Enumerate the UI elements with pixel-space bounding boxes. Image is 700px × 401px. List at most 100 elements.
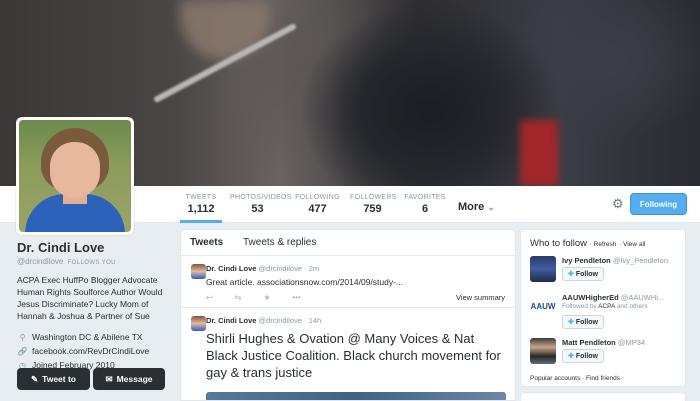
- suggestion-avatar[interactable]: [530, 256, 556, 282]
- link-icon: 🔗: [17, 346, 28, 356]
- suggestion-name[interactable]: AAUWHigherEd: [562, 293, 619, 302]
- nav-tweets-count: 1,112: [187, 203, 215, 215]
- tweet-author-handle[interactable]: @drcindilove: [259, 264, 302, 273]
- profile-avatar[interactable]: [16, 117, 134, 235]
- nav-favorites-count: 6: [421, 203, 429, 215]
- who-to-follow-title: Who to follow: [530, 238, 588, 249]
- suggestion-handle: @Ivy_Pendleton: [612, 256, 669, 265]
- nav-more-dropdown[interactable]: More ⌄: [458, 201, 495, 213]
- who-to-follow-header: Who to follow · Refresh · View all: [530, 238, 645, 249]
- profile-website-row: 🔗 facebook.com/RevDrCindiLove: [17, 344, 177, 358]
- profile-location-row: ⚲ Washington DC & Abilene TX: [17, 330, 177, 344]
- tweet-avatar[interactable]: [191, 316, 206, 331]
- following-button[interactable]: Following: [630, 193, 687, 215]
- tweet-author-name[interactable]: Dr. Cindi Love: [206, 316, 256, 325]
- view-all-link[interactable]: View all: [623, 241, 645, 248]
- message-label: Message: [116, 374, 153, 384]
- follows-you-badge: FOLLOWS YOU: [67, 260, 116, 266]
- nav-photos-label: PHOTOS/VIDEOS: [230, 194, 292, 201]
- follow-button[interactable]: ✚ Follow: [562, 267, 604, 281]
- tweet-to-button[interactable]: ✎ Tweet to: [17, 368, 90, 390]
- banner-figure: [180, 0, 270, 60]
- add-user-icon: ✚: [567, 271, 574, 278]
- tweet-text: Shirli Hughes & Ovation @ Many Voices & …: [206, 331, 501, 380]
- nav-following[interactable]: FOLLOWING 477: [295, 186, 340, 223]
- nav-followers-label: FOLLOWERS: [350, 194, 397, 201]
- profile-handle[interactable]: @drcindilove: [17, 257, 63, 266]
- profile-location: Washington DC & Abilene TX: [32, 332, 143, 342]
- nav-favorites[interactable]: FAVORITES 6: [404, 186, 446, 223]
- tweet-timestamp[interactable]: 14h: [309, 316, 322, 325]
- nav-photos-videos[interactable]: PHOTOS/VIDEOS 53: [230, 186, 292, 223]
- tab-tweets[interactable]: Tweets: [190, 237, 223, 248]
- retweet-icon[interactable]: ⇆: [235, 293, 242, 302]
- tweet-to-label: Tweet to: [42, 374, 76, 384]
- location-pin-icon: ⚲: [19, 332, 26, 342]
- suggestion-name-row: Matt Pendleton @MP34: [562, 338, 645, 347]
- more-dots-icon[interactable]: •••: [293, 293, 301, 302]
- follow-label: Follow: [575, 270, 599, 278]
- message-button[interactable]: ✉ Message: [93, 368, 165, 390]
- who-to-follow-panel: Who to follow · Refresh · View all Ivy P…: [520, 229, 686, 387]
- avatar-photo: [19, 120, 131, 232]
- tab-tweets-replies[interactable]: Tweets & replies: [243, 237, 316, 248]
- suggestion-followed-by: Followed by ACPA and others: [562, 303, 648, 310]
- suggestion-name-row: AAUWHigherEd @AAUWHi...: [562, 293, 664, 302]
- timeline-tabs: Tweets Tweets & replies: [181, 230, 515, 256]
- nav-more-label: More: [458, 201, 485, 213]
- compose-icon: ✎: [31, 373, 39, 384]
- suggestion-aauwhighered: AAUW AAUWHigherEd @AAUWHi... Followed by…: [530, 293, 682, 333]
- suggestion-avatar[interactable]: [530, 338, 556, 364]
- profile-handle-row: @drcindilove FOLLOWS YOU: [17, 257, 177, 266]
- tweet-item[interactable]: Dr. Cindi Love @drcindilove · 2m Great a…: [181, 256, 515, 308]
- tweet-actions: ↩ ⇆ ★ •••: [206, 293, 301, 302]
- tweet-header: Dr. Cindi Love @drcindilove · 2m: [206, 264, 319, 273]
- nav-followers-count: 759: [363, 203, 382, 215]
- nav-following-label: FOLLOWING: [295, 194, 340, 201]
- followed-by-suffix: and others: [616, 303, 648, 310]
- followed-by-account[interactable]: ACPA: [598, 303, 615, 310]
- suggestion-name[interactable]: Ivy Pendleton: [562, 256, 611, 265]
- suggestion-handle: @AAUWHi...: [620, 293, 665, 302]
- nav-following-count: 477: [308, 203, 327, 215]
- view-summary-link[interactable]: View summary: [456, 293, 505, 302]
- message-icon: ✉: [105, 373, 113, 384]
- tweet-avatar[interactable]: [191, 264, 206, 279]
- follow-button[interactable]: ✚ Follow: [562, 315, 604, 329]
- tweet-text: Great article. associationsnow.com/2014/…: [206, 277, 404, 287]
- nav-followers[interactable]: FOLLOWERS 759: [350, 186, 397, 223]
- aauw-logo[interactable]: AAUW: [530, 293, 556, 319]
- chevron-down-icon: ⌄: [487, 202, 495, 212]
- tweet-item[interactable]: Dr. Cindi Love @drcindilove · 14h Shirli…: [181, 308, 515, 400]
- suggestion-ivy-pendleton: Ivy Pendleton @Ivy_Pendleton ✚ Follow: [530, 256, 682, 296]
- tweet-dot: ·: [304, 316, 307, 325]
- trends-panel-edge: [520, 392, 686, 401]
- nav-favorites-label: FAVORITES: [404, 194, 446, 201]
- nav-tweets-label: TWEETS: [185, 194, 217, 201]
- favorite-star-icon[interactable]: ★: [263, 293, 270, 302]
- suggestion-name[interactable]: Matt Pendleton: [562, 338, 616, 347]
- profile-name[interactable]: Dr. Cindi Love: [17, 240, 177, 255]
- follow-button[interactable]: ✚ Follow: [562, 349, 604, 363]
- suggestion-name-row: Ivy Pendleton @Ivy_Pendleton: [562, 256, 668, 265]
- tweet-timeline: Tweets Tweets & replies Dr. Cindi Love @…: [180, 229, 516, 401]
- nav-tweets[interactable]: TWEETS 1,112: [180, 186, 222, 223]
- follow-label: Follow: [575, 352, 599, 360]
- tweet-dot: ·: [304, 264, 307, 273]
- tweet-timestamp[interactable]: 2m: [309, 264, 319, 273]
- who-to-follow-footer-links[interactable]: Popular accounts · Find friends: [530, 375, 620, 382]
- tweet-author-handle[interactable]: @drcindilove: [259, 316, 302, 325]
- profile-website[interactable]: facebook.com/RevDrCindiLove: [32, 346, 149, 356]
- tweet-author-name[interactable]: Dr. Cindi Love: [206, 264, 256, 273]
- reply-icon[interactable]: ↩: [206, 293, 213, 302]
- suggestion-handle: @MP34: [617, 338, 646, 347]
- profile-bio: ACPA Exec HuffPo Blogger Advocate Human …: [17, 275, 163, 321]
- refresh-link[interactable]: Refresh: [594, 241, 617, 248]
- profile-meta: ⚲ Washington DC & Abilene TX 🔗 facebook.…: [17, 330, 177, 372]
- tweet-media-image[interactable]: [206, 392, 506, 400]
- suggestion-matt-pendleton: Matt Pendleton @MP34 ✚ Follow: [530, 338, 682, 378]
- gear-icon[interactable]: ⚙: [612, 196, 624, 212]
- tweet-header: Dr. Cindi Love @drcindilove · 14h: [206, 316, 321, 325]
- banner-red-accent: [520, 120, 558, 186]
- nav-photos-count: 53: [251, 203, 264, 215]
